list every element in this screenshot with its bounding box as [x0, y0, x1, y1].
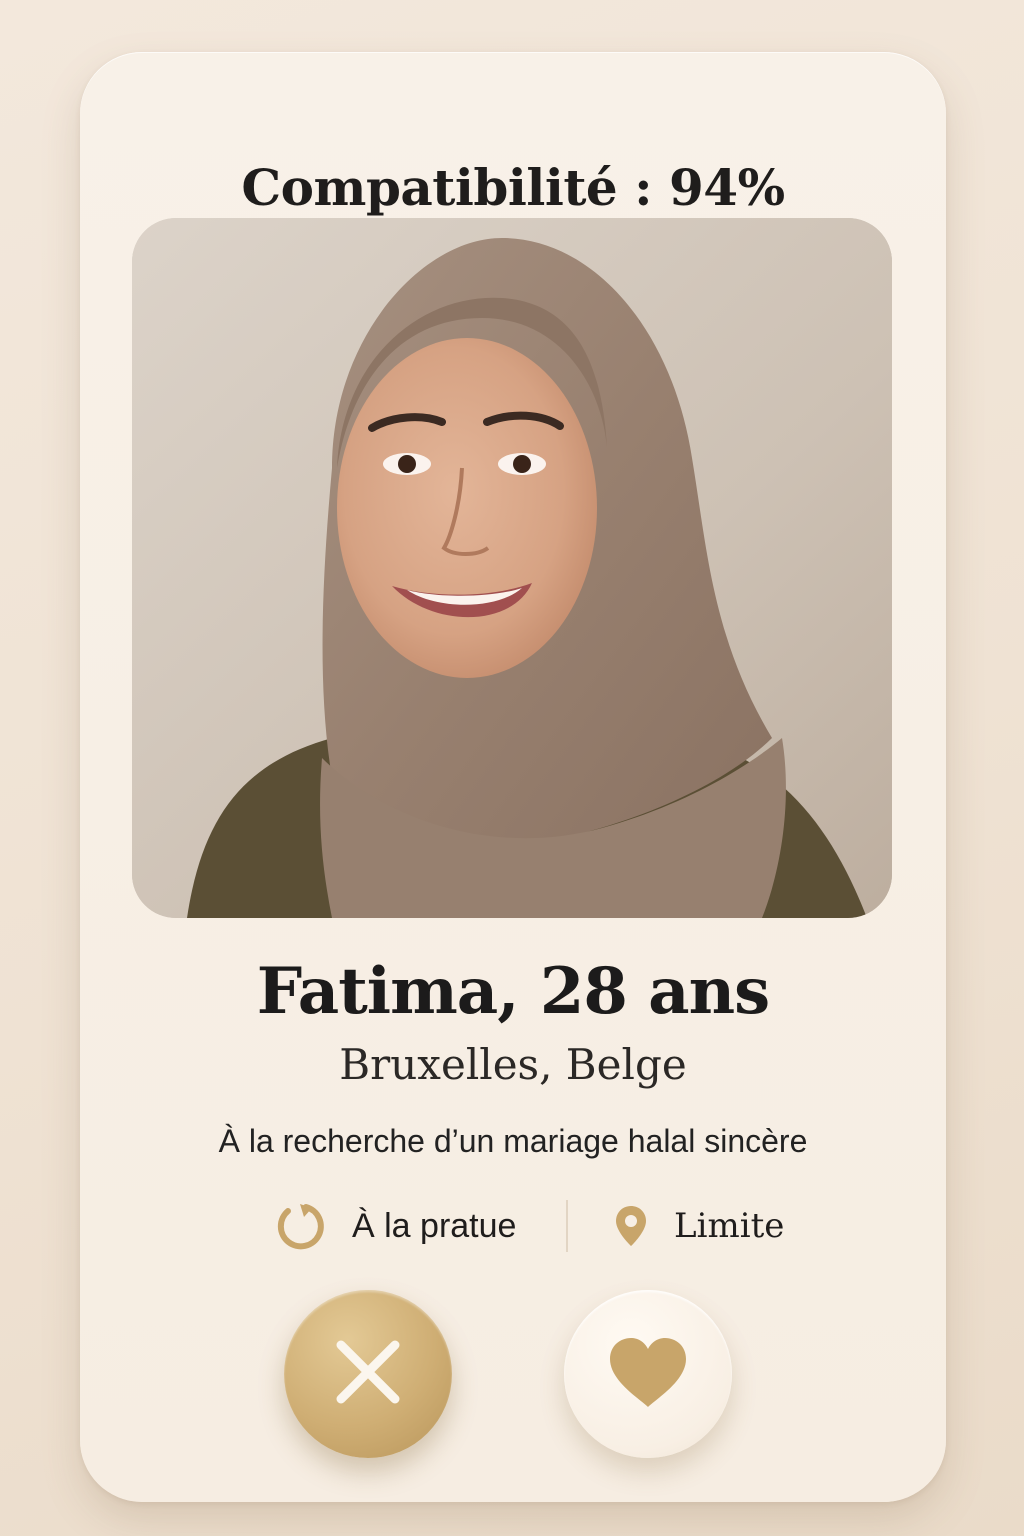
profile-photo — [132, 218, 892, 918]
practice-info: À la pratue — [274, 1198, 516, 1254]
profile-tagline: À la recherche d’un mariage halal sincèr… — [218, 1123, 808, 1159]
practice-label: À la pratue — [352, 1206, 517, 1245]
heart-icon — [606, 1335, 690, 1414]
circular-arrow-icon — [274, 1200, 326, 1252]
profile-meta-row: À la pratue Limite — [80, 1198, 946, 1254]
profile-portrait-illustration — [132, 218, 892, 918]
distance-label: Limite — [674, 1206, 785, 1246]
like-button[interactable] — [564, 1290, 732, 1458]
profile-card: Compatibilité : 94% Fatima, 28 ans Bruxe… — [80, 52, 946, 1502]
meta-divider — [566, 1200, 568, 1252]
reject-button[interactable] — [284, 1290, 452, 1458]
close-icon — [333, 1337, 403, 1412]
profile-location: Bruxelles, Belge — [339, 1040, 687, 1089]
distance-info: Limite — [614, 1198, 784, 1254]
profile-name-age: Fatima, 28 ans — [256, 954, 770, 1029]
compatibility-score: Compatibilité : 94% — [241, 158, 785, 217]
location-pin-icon — [614, 1204, 648, 1248]
